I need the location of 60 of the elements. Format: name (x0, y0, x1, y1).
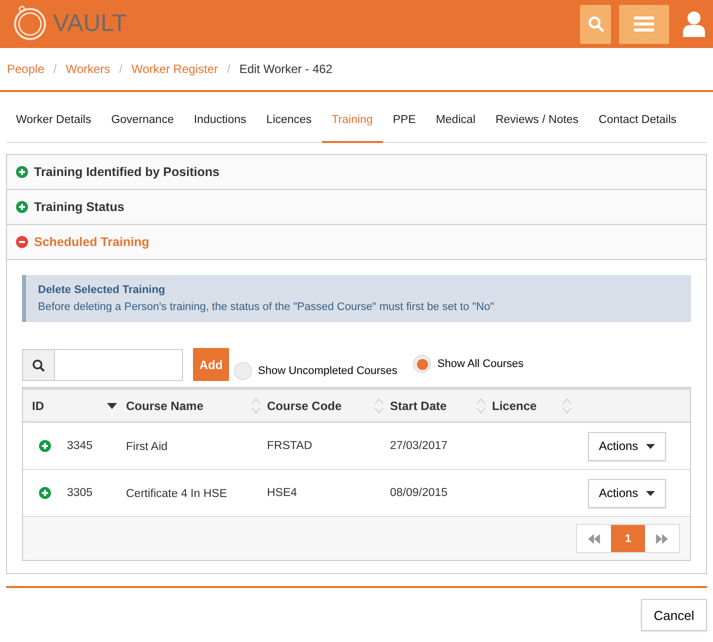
accordion-header[interactable]: Training Identified by Positions (7, 155, 706, 190)
sort-icon[interactable] (374, 396, 384, 415)
sort-icon[interactable] (251, 396, 261, 415)
menu-button[interactable] (619, 4, 669, 44)
plus-circle-icon (16, 201, 28, 214)
search-button[interactable] (580, 4, 611, 44)
actions-dropdown[interactable]: Actions (588, 432, 666, 461)
radio-button[interactable] (234, 362, 252, 380)
last-page-button[interactable] (645, 525, 679, 552)
filter-radio[interactable]: Show All Courses (413, 355, 524, 374)
tab[interactable]: Contact Details (588, 100, 687, 144)
column-header: Licence (492, 398, 537, 415)
sort-descending-icon[interactable] (107, 402, 117, 409)
plus-circle-icon (39, 440, 51, 452)
column-header: Course Code (267, 398, 342, 415)
caret-icon (646, 444, 656, 449)
user-icon[interactable] (683, 11, 705, 37)
table-cell-text: 3345 (67, 438, 93, 454)
plus-circle-icon (16, 166, 28, 178)
table-cell-text: HSE4 (267, 486, 298, 501)
tab[interactable]: Inductions (184, 100, 256, 144)
table-cell-text: 08/09/2015 (390, 486, 448, 501)
filter-radio[interactable]: Show Uncompleted Courses (234, 362, 398, 380)
breadcrumb-separator: / (53, 61, 57, 78)
column-header: ID (32, 398, 44, 415)
breadcrumb-separator: / (226, 61, 230, 78)
tab[interactable]: Reviews / Notes (485, 100, 589, 144)
breadcrumb-current: Edit Worker - 462 (239, 61, 332, 78)
search-icon (588, 16, 604, 32)
table-cell-text: FRSTAD (267, 438, 312, 454)
tab[interactable]: Medical (426, 100, 486, 144)
search-field[interactable] (22, 349, 183, 382)
table-cell: Certificate 4 In HSE (126, 488, 227, 500)
sort-icon[interactable] (476, 396, 486, 415)
alert-text: Before deleting a Person's training, the status of the "Passed Course" must first be set to "No" (38, 300, 496, 315)
minus-circle-icon (16, 236, 28, 248)
plus-circle-icon (39, 487, 51, 500)
tab[interactable]: Worker Details (6, 100, 102, 144)
radio-button[interactable] (413, 355, 432, 374)
sort-icon[interactable] (562, 396, 572, 415)
table-cell: First Aid (126, 441, 168, 454)
caret-icon (646, 490, 656, 496)
search-icon (32, 358, 45, 372)
logo-text: VAULT (53, 9, 127, 39)
tab[interactable]: Licences (256, 100, 322, 144)
table-cell-text: 3305 (67, 486, 93, 501)
alert-title: Delete Selected Training (38, 283, 166, 298)
accordion-header[interactable]: Training Status (7, 190, 706, 226)
double-right-arrow-icon (656, 534, 668, 544)
tab[interactable]: PPE (382, 100, 426, 144)
actions-dropdown[interactable]: Actions (588, 478, 666, 508)
column-header: Course Name (126, 398, 204, 415)
first-page-button[interactable] (577, 525, 611, 552)
column-header: Start Date (390, 398, 447, 415)
double-left-arrow-icon (588, 534, 600, 544)
menu-icon (634, 16, 654, 32)
cancel-button[interactable]: Cancel (641, 599, 707, 632)
breadcrumb-separator: / (119, 61, 123, 78)
tab[interactable]: Governance (101, 100, 184, 144)
table-cell-text: 27/03/2017 (390, 438, 448, 454)
